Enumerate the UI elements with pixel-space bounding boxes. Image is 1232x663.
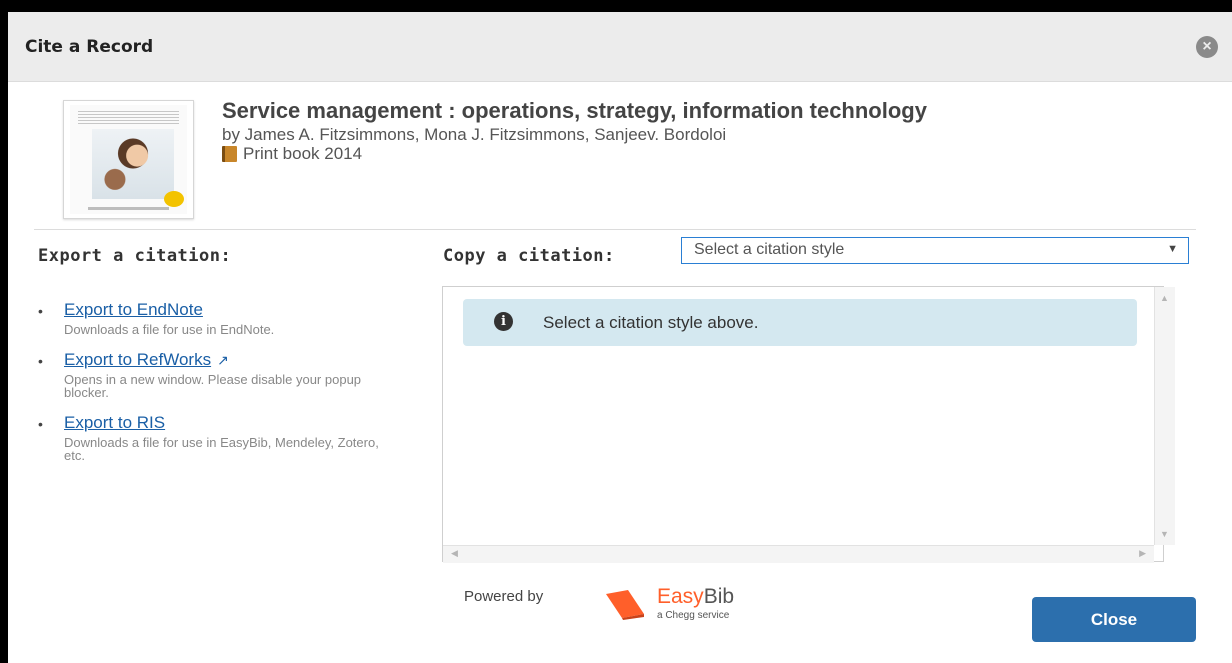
record-author: by James A. Fitzsimmons, Mona J. Fitzsim… <box>222 125 727 144</box>
export-list: • Export to EndNote Downloads a file for… <box>30 300 390 476</box>
info-alert-message: Select a citation style above. <box>543 313 759 332</box>
scroll-down-icon[interactable]: ▼ <box>1160 529 1169 539</box>
export-refworks-description: Opens in a new window. Please disable yo… <box>64 372 362 400</box>
divider <box>34 229 1196 230</box>
export-refworks-link[interactable]: Export to RefWorks <box>64 350 211 369</box>
horizontal-scrollbar[interactable]: ◀ ▶ <box>443 545 1154 563</box>
citation-style-select[interactable]: Select a citation style ▼ <box>681 237 1189 264</box>
export-item-refworks: • Export to RefWorks ↗ Opens in a new win… <box>30 350 390 399</box>
export-endnote-description: Downloads a file for use in EndNote. <box>64 322 275 337</box>
external-link-icon[interactable]: ↗ <box>217 352 229 369</box>
record-title: Service management : operations, strateg… <box>222 98 927 123</box>
book-icon <box>222 146 237 162</box>
book-cover-image <box>63 100 194 219</box>
export-item-ris: • Export to RIS Downloads a file for use… <box>30 413 390 462</box>
export-ris-link[interactable]: Export to RIS <box>64 413 165 432</box>
citation-style-value: Select a citation style <box>694 241 845 258</box>
export-heading: Export a citation: <box>38 246 232 266</box>
export-item-endnote: • Export to EndNote Downloads a file for… <box>30 300 390 336</box>
chevron-down-icon: ▼ <box>1167 243 1178 255</box>
export-ris-description: Downloads a file for use in EasyBib, Men… <box>64 435 379 463</box>
dialog-title: Cite a Record <box>25 37 154 57</box>
record-format-label: Print book 2014 <box>243 144 363 163</box>
scroll-up-icon[interactable]: ▲ <box>1160 293 1169 303</box>
export-endnote-link[interactable]: Export to EndNote <box>64 300 203 319</box>
vertical-scrollbar[interactable]: ▲ ▼ <box>1154 287 1175 545</box>
scroll-right-icon[interactable]: ▶ <box>1139 548 1146 559</box>
close-button[interactable]: Close <box>1032 597 1196 642</box>
easybib-brand: EasyBib <box>657 585 735 608</box>
easybib-logo-icon <box>606 590 644 620</box>
easybib-subtitle: a Chegg service <box>657 610 730 621</box>
scroll-left-icon[interactable]: ◀ <box>451 548 458 559</box>
info-icon: i <box>494 312 513 331</box>
info-alert: i Select a citation style above. <box>463 299 1137 346</box>
copy-heading: Copy a citation: <box>443 246 615 266</box>
powered-by-label: Powered by <box>464 588 544 605</box>
record-format: Print book 2014 <box>222 144 362 164</box>
close-icon[interactable]: × <box>1196 36 1218 58</box>
dialog-titlebar: Cite a Record × <box>8 12 1232 82</box>
cite-dialog: Cite a Record × Service management : ope… <box>8 12 1232 663</box>
